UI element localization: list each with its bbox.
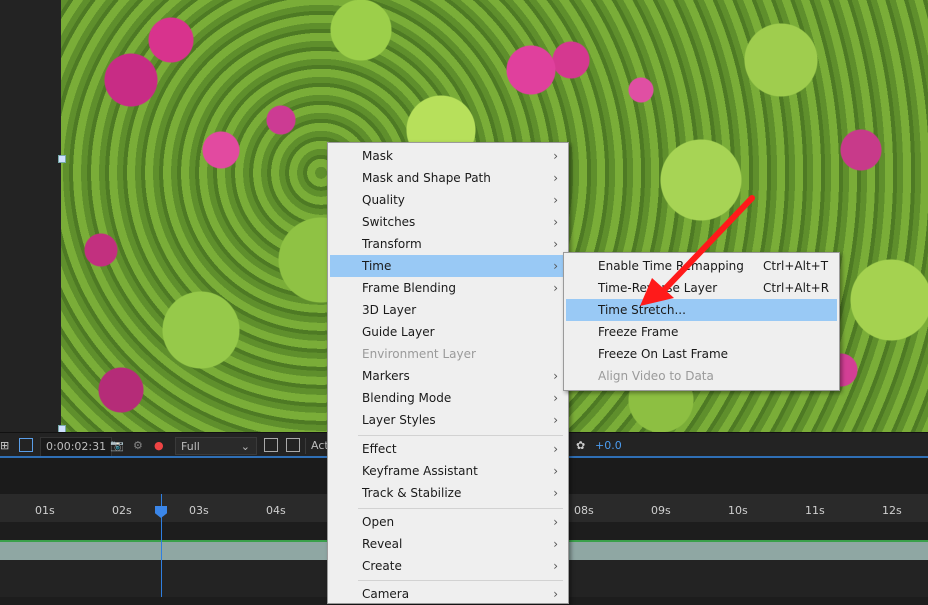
- menu-item-time[interactable]: Time ›: [330, 255, 566, 277]
- show-channel-icon[interactable]: ⚙: [133, 437, 143, 455]
- left-panel-strip: [0, 0, 61, 432]
- menu-item-open[interactable]: Open ›: [330, 511, 566, 533]
- chevron-right-icon: ›: [553, 559, 558, 573]
- resolution-value: Full: [181, 440, 200, 453]
- layer-handle-left[interactable]: [58, 155, 66, 163]
- chevron-right-icon: ›: [553, 149, 558, 163]
- time-submenu: Enable Time Remapping Ctrl+Alt+T Time-Rev…: [563, 252, 840, 391]
- chevron-right-icon: ›: [553, 259, 558, 273]
- menu-item-track-stabilize[interactable]: Track & Stabilize ›: [330, 482, 566, 504]
- ruler-tick: 03s: [189, 504, 209, 517]
- chevron-right-icon: ›: [553, 413, 558, 427]
- menu-item-blending-mode[interactable]: Blending Mode ›: [330, 387, 566, 409]
- menu-item-transform[interactable]: Transform ›: [330, 233, 566, 255]
- submenu-item-freeze-on-last-frame[interactable]: Freeze On Last Frame: [566, 343, 837, 365]
- toolbar-divider: [305, 438, 306, 454]
- submenu-item-time-reverse-layer[interactable]: Time-Reverse Layer Ctrl+Alt+R: [566, 277, 837, 299]
- menu-item-frame-blending[interactable]: Frame Blending ›: [330, 277, 566, 299]
- mask-visibility-icon[interactable]: [19, 438, 33, 452]
- menu-item-mask[interactable]: Mask ›: [330, 145, 566, 167]
- ruler-tick: 04s: [266, 504, 286, 517]
- shortcut-label: Ctrl+Alt+T: [763, 259, 829, 273]
- menu-item-guide-layer[interactable]: Guide Layer: [330, 321, 566, 343]
- chevron-right-icon: ›: [553, 537, 558, 551]
- chevron-right-icon: ›: [553, 442, 558, 456]
- exposure-value[interactable]: +0.0: [595, 437, 622, 455]
- rgb-channels-icon[interactable]: ●: [154, 437, 164, 455]
- current-time-display[interactable]: 0:00:02:31: [40, 437, 113, 457]
- transparency-grid-icon[interactable]: [286, 438, 300, 452]
- chevron-right-icon: ›: [553, 215, 558, 229]
- chevron-right-icon: ›: [553, 515, 558, 529]
- shortcut-label: Ctrl+Alt+R: [763, 281, 830, 295]
- menu-item-switches[interactable]: Switches ›: [330, 211, 566, 233]
- menu-separator: [358, 435, 563, 436]
- ruler-tick: 12s: [882, 504, 902, 517]
- ruler-tick: 08s: [574, 504, 594, 517]
- chevron-right-icon: ›: [553, 237, 558, 251]
- ruler-tick: 02s: [112, 504, 132, 517]
- submenu-item-align-video-to-data: Align Video to Data: [598, 369, 714, 383]
- camera-icon[interactable]: 📷: [110, 437, 124, 455]
- grid-icon[interactable]: ⊞: [0, 437, 9, 455]
- submenu-item-freeze-frame[interactable]: Freeze Frame: [566, 321, 837, 343]
- chevron-right-icon: ›: [553, 193, 558, 207]
- chevron-right-icon: ›: [553, 171, 558, 185]
- menu-item-create[interactable]: Create ›: [330, 555, 566, 577]
- menu-item-keyframe-assistant[interactable]: Keyframe Assistant ›: [330, 460, 566, 482]
- chevron-right-icon: ›: [553, 464, 558, 478]
- menu-item-mask-and-shape-path[interactable]: Mask and Shape Path ›: [330, 167, 566, 189]
- layer-context-menu: Mask › Mask and Shape Path › Quality › Swit…: [327, 142, 569, 604]
- menu-item-markers[interactable]: Markers ›: [330, 365, 566, 387]
- menu-item-layer-styles[interactable]: Layer Styles ›: [330, 409, 566, 431]
- menu-item-reveal[interactable]: Reveal ›: [330, 533, 566, 555]
- submenu-item-time-stretch[interactable]: Time Stretch...: [566, 299, 837, 321]
- chevron-down-icon: ⌄: [240, 440, 250, 453]
- submenu-item-enable-time-remapping[interactable]: Enable Time Remapping Ctrl+Alt+T: [566, 255, 837, 277]
- menu-item-effect[interactable]: Effect ›: [330, 438, 566, 460]
- resolution-select[interactable]: Full ⌄: [175, 437, 257, 455]
- menu-separator: [358, 508, 563, 509]
- chevron-right-icon: ›: [553, 587, 558, 601]
- ruler-tick: 01s: [35, 504, 55, 517]
- menu-item-environment-layer: Environment Layer: [362, 347, 476, 361]
- menu-item-quality[interactable]: Quality ›: [330, 189, 566, 211]
- ruler-tick: 10s: [728, 504, 748, 517]
- menu-separator: [358, 580, 563, 581]
- chevron-right-icon: ›: [553, 369, 558, 383]
- ruler-tick: 11s: [805, 504, 825, 517]
- exposure-icon[interactable]: ✿: [576, 437, 585, 455]
- menu-item-3d-layer[interactable]: 3D Layer: [330, 299, 566, 321]
- chevron-right-icon: ›: [553, 486, 558, 500]
- menu-item-camera[interactable]: Camera ›: [330, 583, 566, 605]
- chevron-right-icon: ›: [553, 281, 558, 295]
- chevron-right-icon: ›: [553, 391, 558, 405]
- region-of-interest-icon[interactable]: [264, 438, 278, 452]
- ruler-tick: 09s: [651, 504, 671, 517]
